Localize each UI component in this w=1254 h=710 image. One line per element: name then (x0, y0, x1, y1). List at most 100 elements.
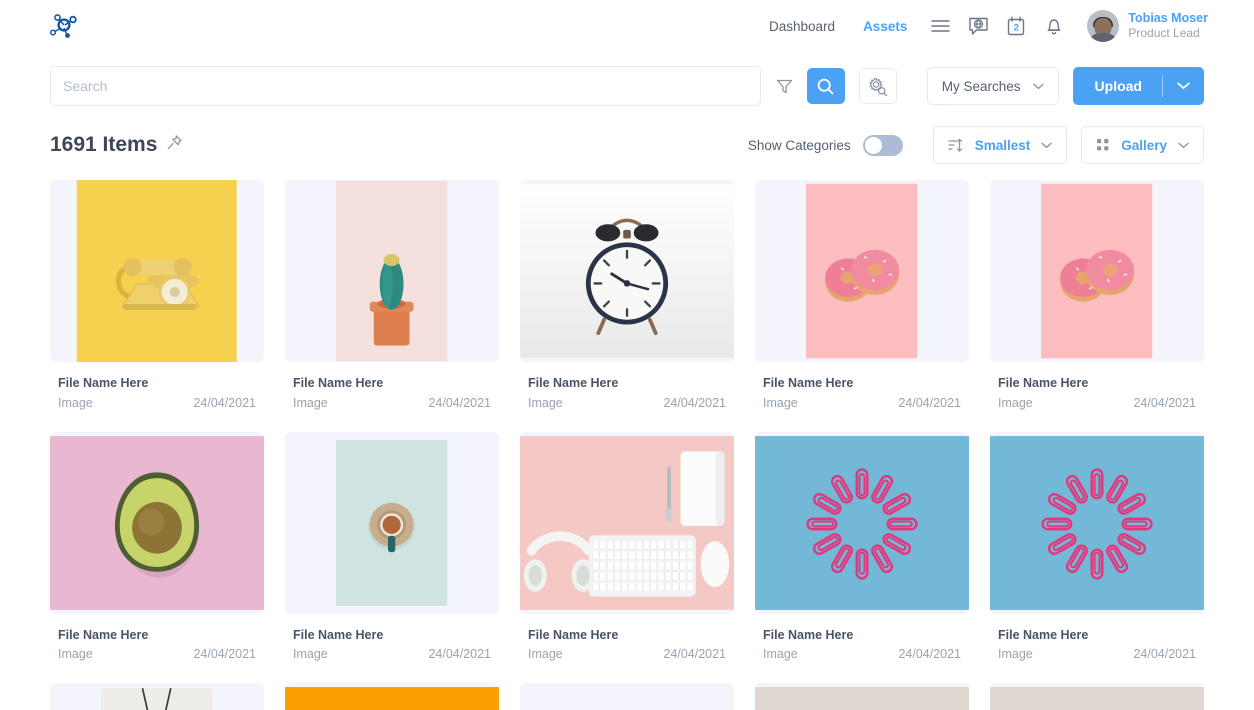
upload-dropdown-toggle[interactable] (1162, 75, 1204, 97)
asset-meta: File Name Here Image 24/04/2021 (755, 614, 969, 662)
asset-type: Image (998, 647, 1033, 661)
asset-meta: File Name Here Image 24/04/2021 (50, 362, 264, 410)
asset-thumbnail[interactable] (520, 180, 734, 362)
search-settings-gear-icon[interactable] (858, 68, 897, 104)
asset-card[interactable]: File Name Here Image 24/04/2021 (285, 683, 499, 710)
grid-row-spacer (755, 661, 969, 683)
my-searches-label: My Searches (941, 78, 1021, 94)
avatar (1087, 10, 1120, 42)
asset-thumbnail[interactable] (990, 431, 1204, 614)
items-count-label: 1691 Items (50, 133, 158, 156)
grid-row-spacer (520, 410, 734, 432)
asset-thumbnail[interactable] (50, 180, 264, 362)
asset-thumbnail[interactable] (755, 180, 969, 362)
asset-card[interactable]: File Name Here Image 24/04/2021 (755, 431, 969, 662)
asset-image (336, 432, 448, 614)
grid-row-spacer (50, 410, 264, 432)
pushpin-icon[interactable] (166, 133, 183, 157)
grid-row-spacer (285, 410, 499, 432)
asset-thumbnail[interactable] (285, 180, 499, 362)
upload-button[interactable]: Upload (1072, 67, 1204, 105)
asset-card[interactable]: File Name Here Image 24/04/2021 (990, 180, 1204, 410)
user-name: Tobias Moser (1128, 10, 1208, 25)
asset-card[interactable]: File Name Here Image 24/04/2021 (50, 683, 264, 710)
asset-type: Image (58, 395, 93, 410)
search-toolbar: My Searches Upload (0, 66, 1254, 106)
search-input[interactable] (63, 78, 748, 94)
asset-type: Image (528, 647, 563, 661)
calendar-icon[interactable]: 2 (997, 9, 1035, 43)
sort-icon (948, 138, 962, 152)
sort-dropdown[interactable]: Smallest (932, 126, 1068, 164)
asset-file-name: File Name Here (528, 627, 619, 642)
nav-item-dashboard[interactable]: Dashboard (755, 19, 849, 34)
search-field-wrapper[interactable] (50, 66, 761, 106)
upload-label: Upload (1094, 78, 1142, 94)
asset-type: Image (528, 395, 563, 410)
show-categories-toggle[interactable] (862, 134, 903, 156)
asset-meta-row: Image 24/04/2021 (293, 647, 491, 661)
show-categories-label: Show Categories (747, 137, 851, 153)
chevron-down-icon (1032, 83, 1044, 89)
asset-file-name: File Name Here (763, 376, 854, 390)
asset-card[interactable]: File Name Here Image 24/04/2021 (50, 180, 264, 410)
my-searches-dropdown[interactable]: My Searches (926, 67, 1059, 105)
asset-image (101, 683, 213, 710)
asset-thumbnail[interactable] (755, 683, 969, 710)
grid-row-spacer (990, 661, 1204, 683)
asset-thumbnail[interactable] (990, 683, 1204, 710)
asset-file-name: File Name Here (528, 376, 619, 390)
view-mode-dropdown[interactable]: Gallery (1081, 126, 1204, 164)
asset-image (990, 683, 1204, 710)
asset-card[interactable]: File Name Here Image 24/04/2021 (285, 431, 499, 661)
nav-item-assets[interactable]: Assets (849, 19, 921, 34)
asset-thumbnail[interactable] (50, 431, 264, 614)
bell-icon[interactable] (1035, 9, 1073, 43)
globe-chat-icon[interactable] (959, 9, 997, 43)
asset-meta: File Name Here Image 24/04/2021 (520, 362, 734, 410)
filter-funnel-icon[interactable] (765, 66, 805, 106)
asset-card[interactable]: File Name Here Image 24/04/2021 (520, 431, 734, 661)
asset-file-name: File Name Here (998, 376, 1089, 390)
asset-card[interactable]: File Name Here Image 24/04/2021 (285, 180, 499, 410)
asset-thumbnail[interactable] (285, 431, 499, 614)
molecule-logo-icon[interactable] (46, 9, 92, 43)
asset-meta-row: Image 24/04/2021 (528, 647, 726, 661)
asset-meta: File Name Here Image 24/04/2021 (990, 614, 1204, 662)
asset-type: Image (293, 647, 328, 661)
search-button[interactable] (806, 68, 845, 104)
asset-type: Image (293, 395, 328, 410)
asset-date: 24/04/2021 (428, 395, 491, 410)
asset-image (520, 683, 734, 710)
grid-row-spacer (755, 410, 969, 432)
user-menu[interactable]: Tobias Moser Product Lead (1087, 10, 1208, 42)
asset-thumbnail[interactable] (755, 431, 969, 614)
calendar-badge-count: 2 (1013, 22, 1019, 34)
asset-card[interactable]: File Name Here Image 24/04/2021 (520, 180, 734, 410)
asset-meta-row: Image 24/04/2021 (293, 396, 491, 410)
view-mode-label: Gallery (1121, 137, 1167, 153)
sort-label: Smallest (974, 137, 1031, 153)
asset-card[interactable]: File Name Here Image 24/04/2021 (990, 431, 1204, 662)
asset-file-name: File Name Here (293, 376, 384, 390)
asset-card[interactable]: File Name Here Image 24/04/2021 (50, 431, 264, 662)
asset-thumbnail[interactable] (50, 683, 264, 710)
asset-card[interactable]: File Name Here Image 24/04/2021 (755, 683, 969, 710)
asset-thumbnail[interactable] (520, 431, 734, 614)
menu-icon[interactable] (921, 9, 959, 43)
asset-card[interactable]: File Name Here Image 24/04/2021 (755, 180, 969, 410)
asset-file-name: File Name Here (293, 627, 384, 642)
grid-view-icon (1097, 139, 1109, 151)
asset-date: 24/04/2021 (663, 395, 726, 410)
asset-thumbnail[interactable] (285, 683, 499, 710)
chevron-down-icon (1177, 82, 1190, 89)
asset-thumbnail[interactable] (520, 683, 734, 710)
chevron-down-icon (1041, 142, 1052, 148)
asset-card[interactable]: File Name Here Image 24/04/2021 (520, 683, 734, 710)
asset-card[interactable]: File Name Here Image 24/04/2021 (990, 683, 1204, 710)
asset-meta: File Name Here Image 24/04/2021 (50, 614, 264, 662)
asset-thumbnail[interactable] (990, 180, 1204, 362)
asset-meta-row: Image 24/04/2021 (58, 647, 256, 661)
asset-meta-row: Image 24/04/2021 (998, 396, 1196, 410)
asset-meta-row: Image 24/04/2021 (58, 396, 256, 410)
